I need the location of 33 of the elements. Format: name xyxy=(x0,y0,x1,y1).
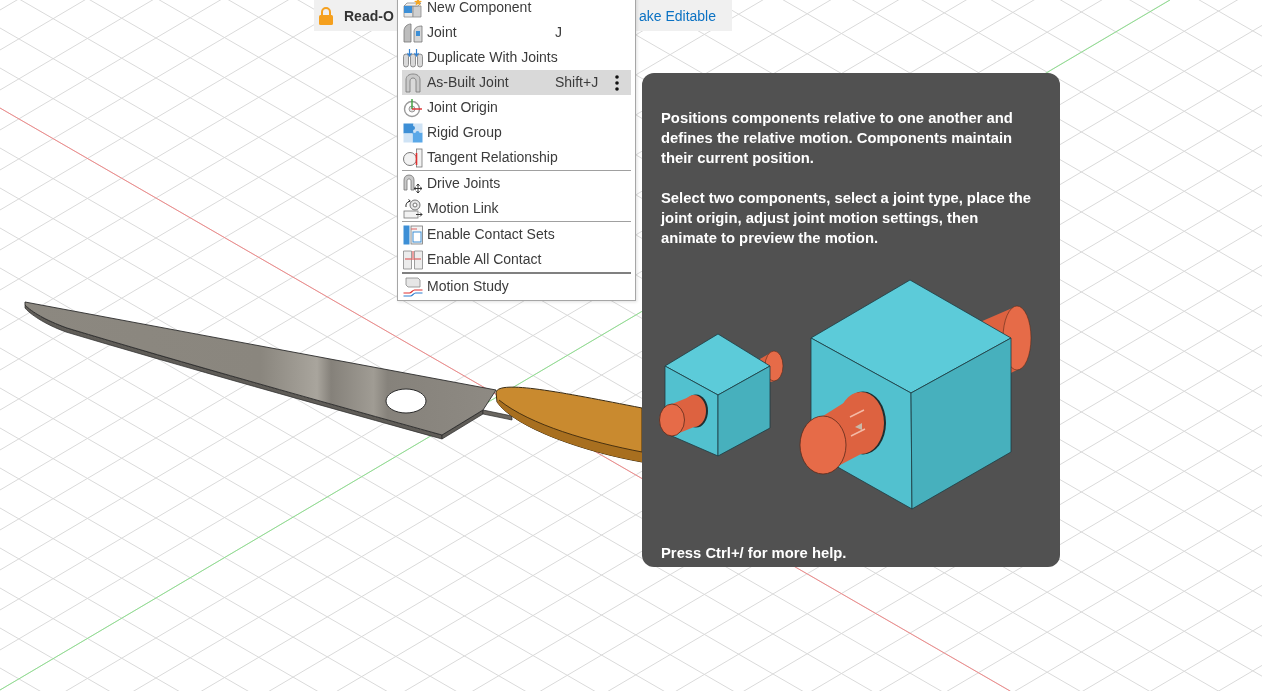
puzzle-icon xyxy=(403,122,423,143)
tangent-icon xyxy=(403,147,423,168)
origin-icon xyxy=(403,97,423,118)
contact-icon xyxy=(403,249,423,270)
menu-item[interactable]: Motion Link xyxy=(402,196,631,221)
arch-arrows-icon xyxy=(403,173,423,194)
menu-item[interactable]: Joint J xyxy=(402,20,631,45)
lock-icon xyxy=(318,6,334,25)
cylinders-icon xyxy=(403,47,423,68)
shortcut-text: Shift+J xyxy=(555,75,599,90)
read-only-label: Read-O xyxy=(344,7,394,24)
tooltip-text: Positions components relative to one another and defines the relative motion. Components maintain their current position. xyxy=(661,109,1014,168)
menu-item[interactable]: Duplicate With Joints xyxy=(402,45,631,70)
menu-item[interactable]: Enable All Contact xyxy=(402,247,631,272)
menu-item[interactable]: As-Built Joint Shift+J xyxy=(402,70,631,95)
gear-link-icon xyxy=(403,198,423,219)
make-editable-link[interactable]: ake Editable xyxy=(638,7,716,24)
more-icon[interactable] xyxy=(615,74,619,91)
menu-item[interactable]: Joint Origin xyxy=(402,95,631,120)
shortcut-text: J xyxy=(555,25,562,40)
joint-icon xyxy=(403,22,423,43)
tooltip-text: Select two components, select a joint type, place the joint origin, adjust joint motion settings, then animate to preview the motion. xyxy=(661,189,1033,248)
motion-study-icon xyxy=(403,276,423,297)
arch-icon xyxy=(403,72,423,93)
menu-item[interactable]: New Component xyxy=(402,0,631,20)
contact-sets-icon xyxy=(403,224,423,245)
menu-item[interactable]: Drive Joints xyxy=(402,171,631,196)
help-hint-text: Press Ctrl+/ for more help. xyxy=(661,544,848,563)
component-icon xyxy=(403,0,423,18)
menu-item[interactable]: Rigid Group xyxy=(402,120,631,145)
menu-item[interactable]: Motion Study xyxy=(402,274,631,299)
menu-item[interactable]: Enable Contact Sets xyxy=(402,222,631,247)
menu-item[interactable]: Tangent Relationship xyxy=(402,145,631,170)
